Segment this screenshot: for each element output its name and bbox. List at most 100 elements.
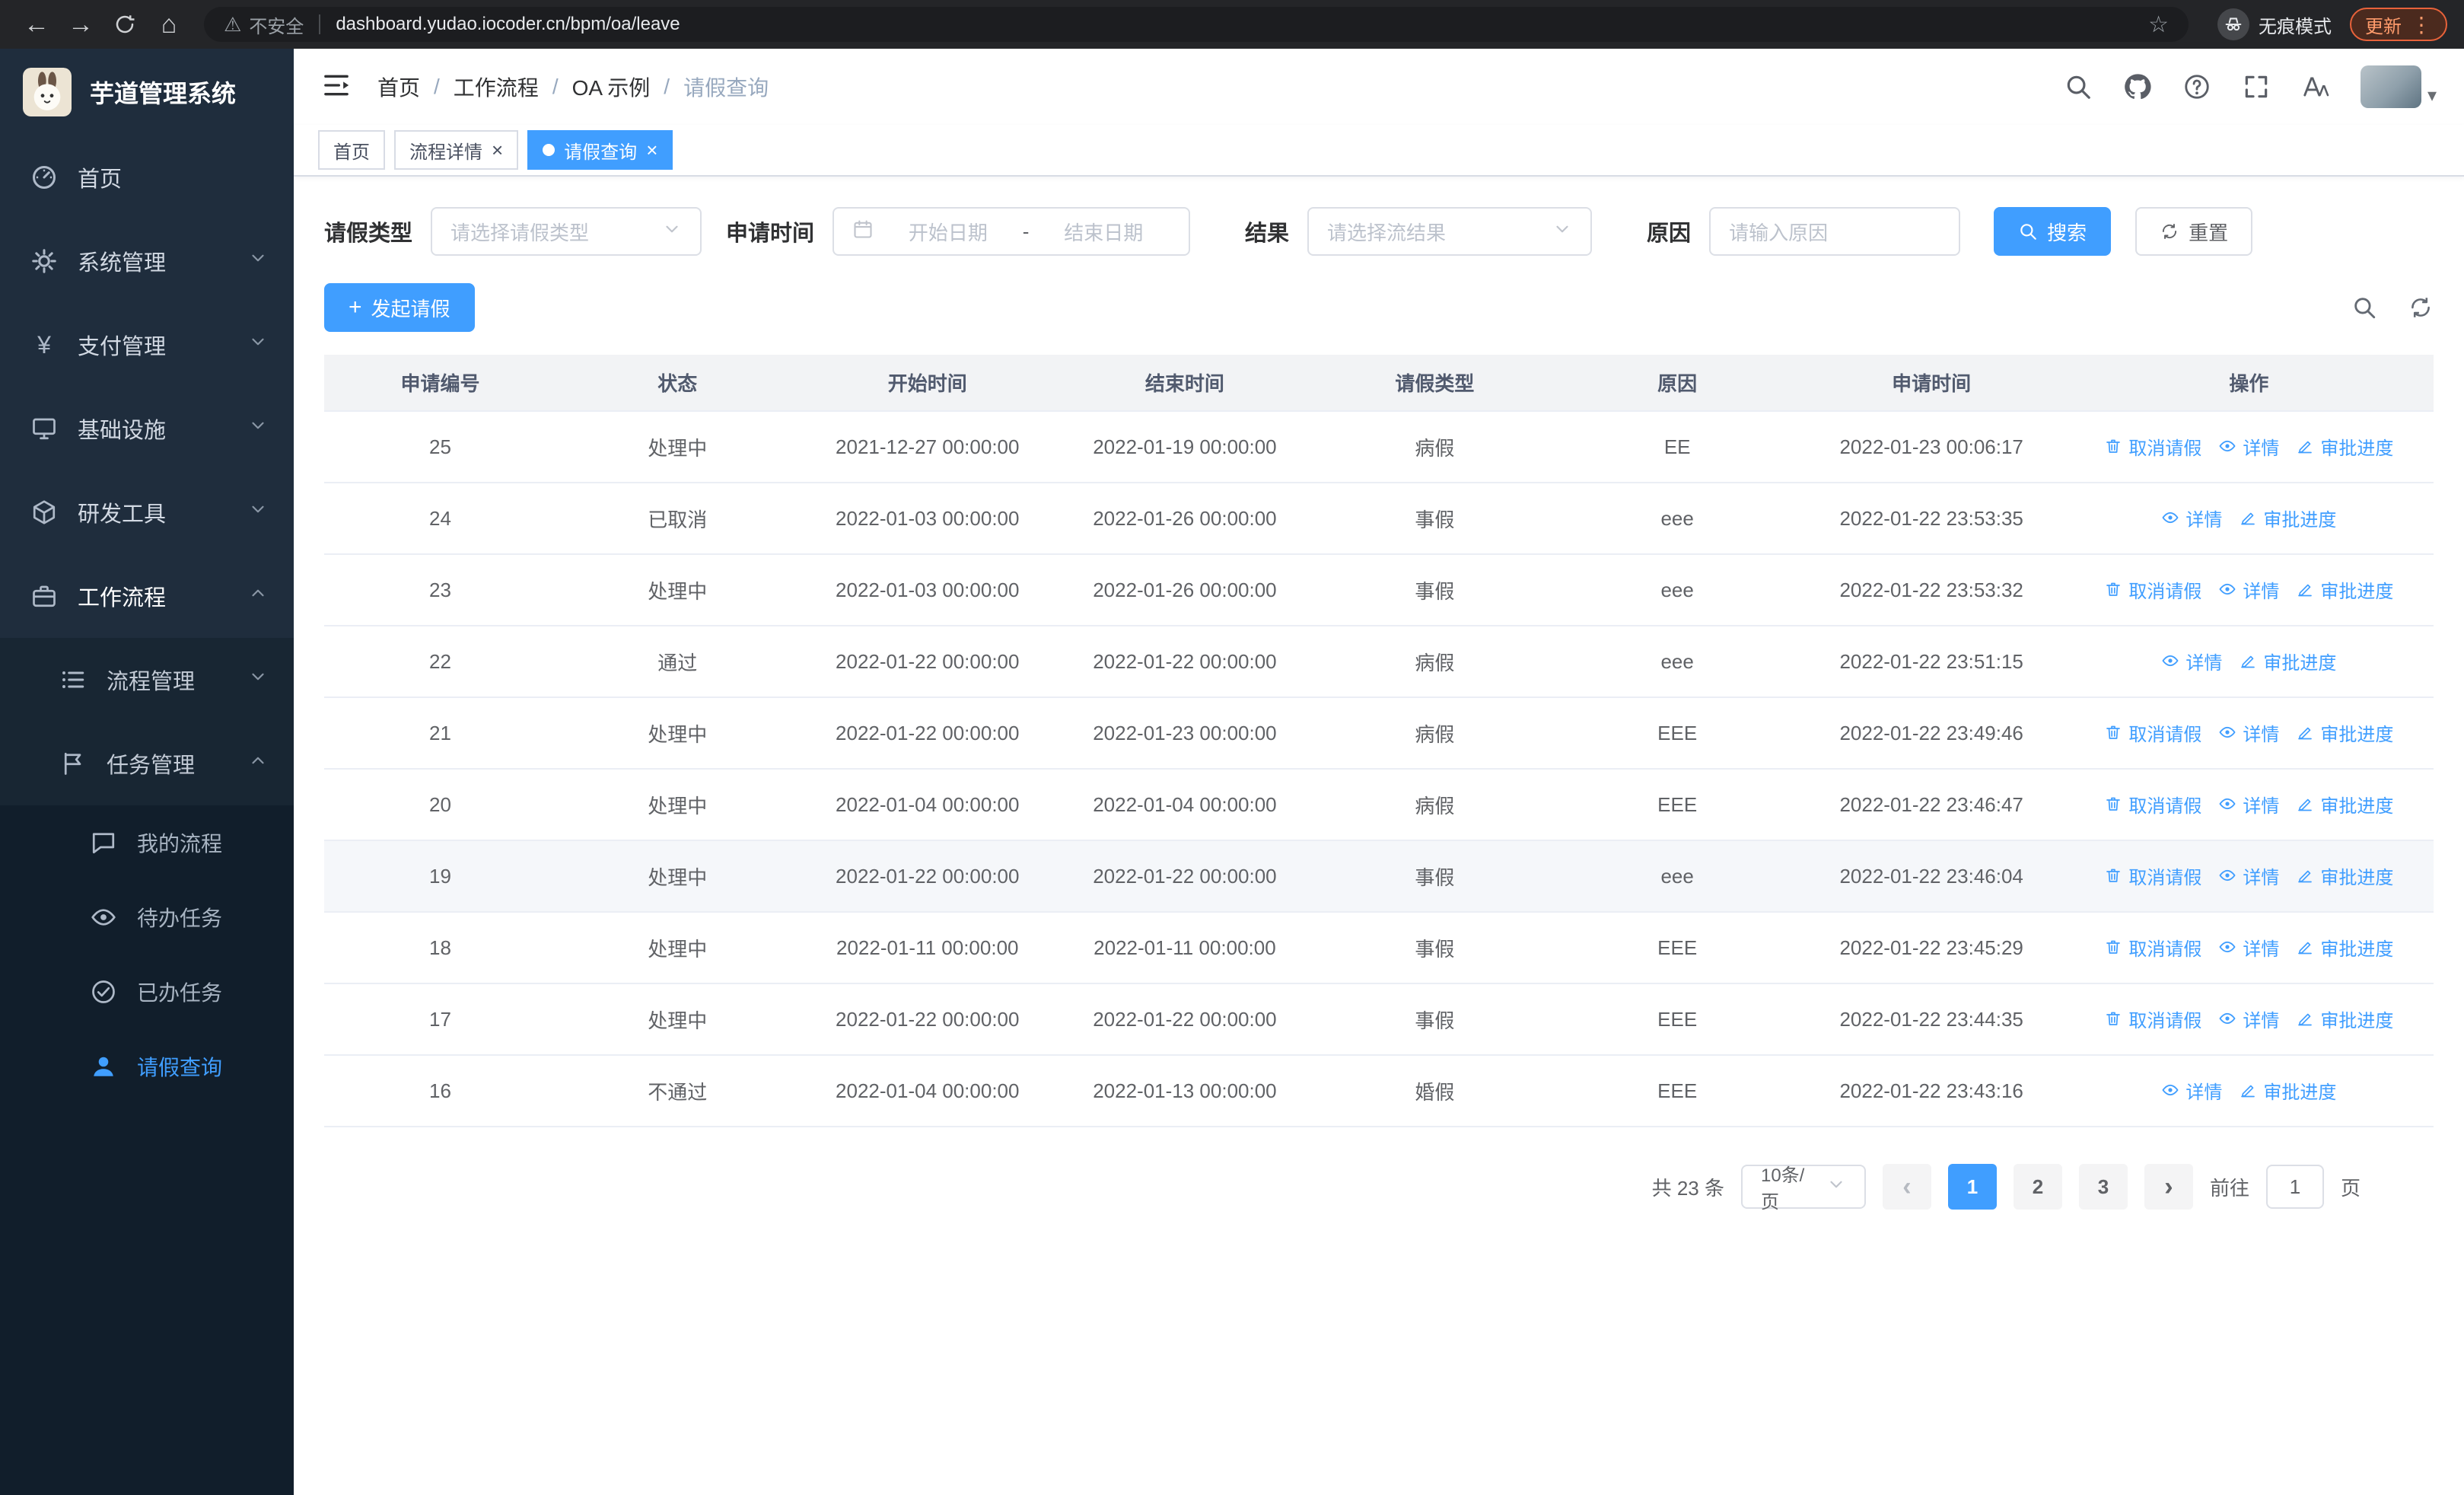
apply-time-range-picker[interactable]: 开始日期 - 结束日期: [832, 207, 1191, 256]
github-icon[interactable]: [2123, 72, 2152, 101]
approval-progress-link[interactable]: 审批进度: [2239, 1077, 2336, 1104]
sidebar-item-done-tasks[interactable]: 已办任务: [0, 955, 294, 1029]
detail-link[interactable]: 详情: [2161, 648, 2222, 674]
help-icon[interactable]: [2182, 72, 2211, 101]
page-button-2[interactable]: 2: [2013, 1164, 2062, 1210]
approval-progress-link[interactable]: 审批进度: [2296, 433, 2393, 460]
flag-icon: [59, 750, 87, 777]
detail-link[interactable]: 详情: [2218, 433, 2279, 460]
page-button-1[interactable]: 1: [1947, 1164, 1997, 1210]
sidebar-item-devtools[interactable]: 研发工具: [0, 470, 294, 554]
browser-update-button[interactable]: 更新 ⋮: [2350, 8, 2447, 41]
reset-button[interactable]: 重置: [2135, 207, 2253, 256]
detail-link[interactable]: 详情: [2161, 505, 2222, 531]
cancel-leave-link[interactable]: 取消请假: [2104, 719, 2201, 746]
next-page-button[interactable]: ›: [2144, 1164, 2193, 1210]
approval-progress-link[interactable]: 审批进度: [2296, 576, 2393, 603]
browser-forward-button[interactable]: →: [61, 5, 100, 44]
end-date-input[interactable]: 结束日期: [1036, 218, 1170, 246]
approval-progress-link[interactable]: 审批进度: [2296, 1006, 2393, 1032]
tab-home[interactable]: 首页: [318, 130, 385, 170]
user-menu[interactable]: ▾: [2360, 65, 2437, 108]
yen-icon: ¥: [37, 331, 51, 359]
detail-link[interactable]: 详情: [2161, 1077, 2222, 1104]
close-icon[interactable]: ×: [492, 140, 503, 160]
search-button[interactable]: 搜索: [1994, 207, 2112, 256]
sidebar-item-infra[interactable]: 基础设施: [0, 387, 294, 470]
cancel-leave-link[interactable]: 取消请假: [2104, 934, 2201, 961]
browser-reload-button[interactable]: [105, 5, 145, 44]
result-select[interactable]: 请选择流结果: [1307, 207, 1593, 256]
sidebar-item-process-mgmt[interactable]: 流程管理: [0, 638, 294, 722]
update-label: 更新: [2365, 16, 2402, 37]
cell-start-time: 2022-01-03 00:00:00: [798, 483, 1056, 555]
font-size-icon[interactable]: [2301, 72, 2330, 101]
cell-end-time: 2022-01-11 00:00:00: [1055, 912, 1314, 984]
leave-type-select[interactable]: 请选择请假类型: [431, 207, 702, 256]
edit-icon: [2296, 1009, 2314, 1028]
sidebar-item-task-mgmt[interactable]: 任务管理: [0, 722, 294, 805]
approval-progress-link[interactable]: 审批进度: [2296, 791, 2393, 818]
detail-link[interactable]: 详情: [2218, 934, 2279, 961]
incognito-label: 无痕模式: [2259, 16, 2332, 37]
avatar[interactable]: [2360, 65, 2421, 108]
approval-progress-link[interactable]: 审批进度: [2239, 505, 2336, 531]
browser-menu-icon[interactable]: ⋮: [2411, 12, 2432, 37]
sidebar-item-my-process[interactable]: 我的流程: [0, 805, 294, 880]
detail-link[interactable]: 详情: [2218, 1006, 2279, 1032]
approval-progress-link[interactable]: 审批进度: [2296, 862, 2393, 889]
breadcrumb-workflow[interactable]: 工作流程: [454, 72, 539, 102]
cancel-leave-link[interactable]: 取消请假: [2104, 791, 2201, 818]
breadcrumb-oa-example[interactable]: OA 示例: [572, 72, 651, 102]
browser-toolbar: ← → ⌂ ⚠ 不安全 dashboard.yudao.iocoder.cn/b…: [0, 0, 2464, 49]
prev-page-button[interactable]: ‹: [1882, 1164, 1931, 1210]
approval-progress-link[interactable]: 审批进度: [2239, 648, 2336, 674]
chevron-up-icon: [248, 583, 268, 609]
page-button-3[interactable]: 3: [2078, 1164, 2128, 1210]
detail-link[interactable]: 详情: [2218, 576, 2279, 603]
reason-input[interactable]: 请输入原因: [1709, 207, 1961, 256]
refresh-table-icon[interactable]: [2408, 295, 2434, 320]
goto-page-input[interactable]: [2265, 1165, 2324, 1209]
address-bar[interactable]: ⚠ 不安全 dashboard.yudao.iocoder.cn/bpm/oa/…: [204, 7, 2189, 42]
sidebar-item-workflow[interactable]: 工作流程: [0, 554, 294, 638]
cell-end-time: 2022-01-26 00:00:00: [1055, 483, 1314, 555]
fullscreen-icon[interactable]: [2242, 72, 2271, 101]
tab-leave-query[interactable]: 请假查询 ×: [527, 130, 673, 170]
detail-link[interactable]: 详情: [2218, 791, 2279, 818]
security-chip[interactable]: ⚠ 不安全: [224, 11, 304, 38]
detail-link[interactable]: 详情: [2218, 862, 2279, 889]
cancel-leave-link[interactable]: 取消请假: [2104, 576, 2201, 603]
cancel-leave-link[interactable]: 取消请假: [2104, 433, 2201, 460]
breadcrumb-home[interactable]: 首页: [377, 72, 420, 102]
sidebar-item-todo-tasks[interactable]: 待办任务: [0, 880, 294, 955]
sidebar-item-system[interactable]: 系统管理: [0, 219, 294, 303]
sidebar-item-payment[interactable]: ¥ 支付管理: [0, 303, 294, 387]
search-icon[interactable]: [2064, 72, 2093, 101]
sidebar-item-leave-query[interactable]: 请假查询: [0, 1029, 294, 1104]
col-status: 状态: [556, 355, 799, 412]
browser-home-button[interactable]: ⌂: [149, 5, 189, 44]
sidebar-collapse-button[interactable]: [321, 70, 352, 104]
cancel-leave-link[interactable]: 取消请假: [2104, 862, 2201, 889]
bookmark-star-icon[interactable]: ☆: [2148, 11, 2169, 38]
create-leave-button[interactable]: + 发起请假: [324, 283, 475, 332]
approval-progress-link[interactable]: 审批进度: [2296, 719, 2393, 746]
view-icon: [2218, 437, 2236, 455]
tab-process-detail[interactable]: 流程详情 ×: [394, 130, 519, 170]
approval-progress-link[interactable]: 审批进度: [2296, 934, 2393, 961]
cell-apply-id: 22: [324, 626, 556, 698]
cell-apply-id: 19: [324, 840, 556, 913]
page-size-select[interactable]: 10条/页: [1740, 1165, 1866, 1213]
sidebar-item-home[interactable]: 首页: [0, 135, 294, 219]
detail-link[interactable]: 详情: [2218, 719, 2279, 746]
cell-apply-id: 17: [324, 983, 556, 1056]
browser-back-button[interactable]: ←: [17, 5, 56, 44]
cancel-leave-link[interactable]: 取消请假: [2104, 1006, 2201, 1032]
toggle-search-icon[interactable]: [2351, 295, 2377, 320]
cell-status: 处理中: [556, 411, 799, 483]
start-date-input[interactable]: 开始日期: [881, 218, 1015, 246]
close-icon[interactable]: ×: [646, 140, 657, 160]
breadcrumb-current: 请假查询: [683, 76, 769, 100]
cell-apply-time: 2022-01-22 23:46:04: [1798, 840, 2064, 913]
